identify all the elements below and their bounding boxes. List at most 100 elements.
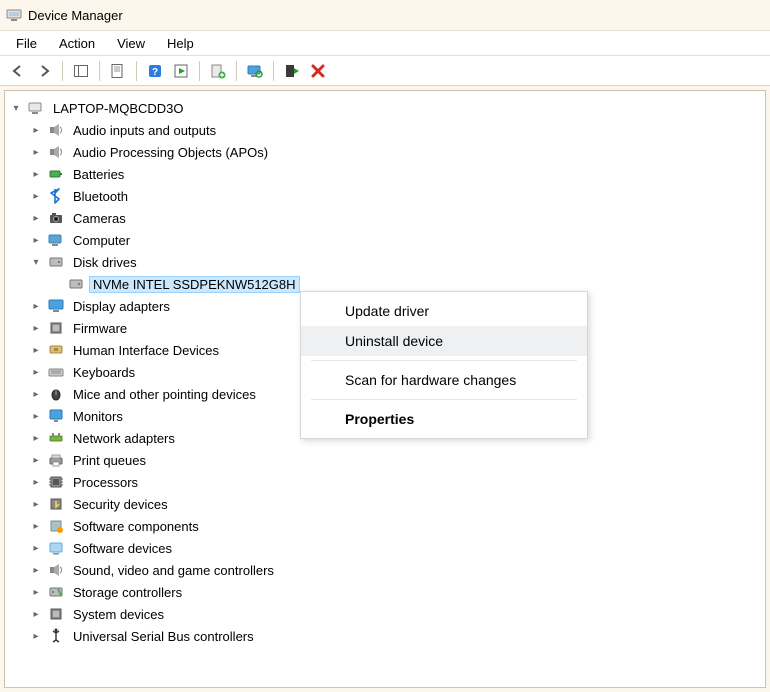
toolbar-separator <box>236 61 237 81</box>
nav-forward-button[interactable] <box>32 59 56 83</box>
tree-category-sound-video-and-game-controllers[interactable]: ▸ Sound, video and game controllers <box>29 559 761 581</box>
tree-category-software-components[interactable]: ▸ Software components <box>29 515 761 537</box>
tree-node-label: Processors <box>69 474 142 491</box>
expand-icon[interactable]: ▸ <box>29 497 43 511</box>
expand-icon[interactable]: ▸ <box>29 233 43 247</box>
chip-icon <box>47 319 65 337</box>
security-icon <box>47 495 65 513</box>
menu-action[interactable]: Action <box>49 33 105 54</box>
svg-text:?: ? <box>152 67 158 78</box>
tree-node-label: Audio inputs and outputs <box>69 122 220 139</box>
computer-root-icon <box>27 99 45 117</box>
properties-button[interactable] <box>106 59 130 83</box>
expand-icon[interactable]: ▸ <box>29 321 43 335</box>
tree-node-label: Cameras <box>69 210 130 227</box>
expand-icon[interactable]: ▸ <box>29 167 43 181</box>
tree-node-label: Mice and other pointing devices <box>69 386 260 403</box>
device-manager-icon <box>6 7 22 23</box>
title-bar: Device Manager <box>0 0 770 30</box>
tree-category-security-devices[interactable]: ▸ Security devices <box>29 493 761 515</box>
uninstall-device-button[interactable] <box>306 59 330 83</box>
expand-icon[interactable]: ▸ <box>29 211 43 225</box>
tree-node-label: Software devices <box>69 540 176 557</box>
expand-icon[interactable]: ▸ <box>29 409 43 423</box>
bluetooth-icon <box>47 187 65 205</box>
tree-node-label: Software components <box>69 518 203 535</box>
update-driver-button[interactable] <box>206 59 230 83</box>
expand-icon[interactable]: ▸ <box>29 475 43 489</box>
menu-view[interactable]: View <box>107 33 155 54</box>
disk-icon <box>47 253 65 271</box>
keyboard-icon <box>47 363 65 381</box>
expand-icon[interactable]: ▸ <box>29 563 43 577</box>
printer-icon <box>47 451 65 469</box>
tree-node-label: System devices <box>69 606 168 623</box>
toolbar-separator <box>273 61 274 81</box>
tree-node-label: NVMe INTEL SSDPEKNW512G8H <box>89 276 300 293</box>
speaker-icon <box>47 143 65 161</box>
action-button[interactable] <box>169 59 193 83</box>
disk-icon <box>67 275 85 293</box>
cpu-icon <box>47 473 65 491</box>
tree-category-print-queues[interactable]: ▸ Print queues <box>29 449 761 471</box>
context-update-driver[interactable]: Update driver <box>301 296 587 326</box>
context-separator <box>311 399 577 400</box>
tree-category-disk-drives[interactable]: ▾Disk drives <box>29 251 761 273</box>
collapse-icon[interactable]: ▾ <box>29 255 43 269</box>
expand-icon[interactable]: ▸ <box>29 585 43 599</box>
tree-category-audio-inputs-and-outputs[interactable]: ▸ Audio inputs and outputs <box>29 119 761 141</box>
tree-category-software-devices[interactable]: ▸ Software devices <box>29 537 761 559</box>
collapse-icon[interactable]: ▾ <box>9 101 23 115</box>
expand-icon[interactable]: ▸ <box>29 387 43 401</box>
nav-back-button[interactable] <box>6 59 30 83</box>
context-properties[interactable]: Properties <box>301 404 587 434</box>
tree-node-label: Security devices <box>69 496 172 513</box>
mouse-icon <box>47 385 65 403</box>
expand-icon[interactable]: ▸ <box>29 145 43 159</box>
tree-node-label: Storage controllers <box>69 584 186 601</box>
tree-category-cameras[interactable]: ▸ Cameras <box>29 207 761 229</box>
tree-category-universal-serial-bus-controllers[interactable]: ▸Universal Serial Bus controllers <box>29 625 761 647</box>
expand-icon[interactable]: ▸ <box>29 519 43 533</box>
tree-node-label: Network adapters <box>69 430 179 447</box>
tree-category-audio-processing-objects-apos[interactable]: ▸Audio Processing Objects (APOs) <box>29 141 761 163</box>
menu-file[interactable]: File <box>6 33 47 54</box>
tree-node-label: Monitors <box>69 408 127 425</box>
tree-root-node[interactable]: ▾LAPTOP-MQBCDD3O <box>9 97 761 119</box>
expand-icon[interactable]: ▸ <box>29 299 43 313</box>
expand-icon[interactable]: ▸ <box>29 453 43 467</box>
tree-category-storage-controllers[interactable]: ▸ Storage controllers <box>29 581 761 603</box>
tree-node-label: Sound, video and game controllers <box>69 562 278 579</box>
help-button[interactable]: ? <box>143 59 167 83</box>
context-uninstall-device[interactable]: Uninstall device <box>301 326 587 356</box>
sound-icon <box>47 561 65 579</box>
tree-category-computer[interactable]: ▸ Computer <box>29 229 761 251</box>
swcomp-icon <box>47 517 65 535</box>
expand-icon[interactable]: ▸ <box>29 607 43 621</box>
toolbar: ? <box>0 56 770 86</box>
toolbar-separator <box>136 61 137 81</box>
speaker-icon <box>47 121 65 139</box>
tree-node-label: Firmware <box>69 320 131 337</box>
scan-hardware-button[interactable] <box>243 59 267 83</box>
tree-node-label: Computer <box>69 232 134 249</box>
expand-icon[interactable]: ▸ <box>29 365 43 379</box>
expand-icon[interactable]: ▸ <box>29 189 43 203</box>
expand-icon[interactable]: ▸ <box>29 629 43 643</box>
context-scan-hardware[interactable]: Scan for hardware changes <box>301 365 587 395</box>
tree-category-system-devices[interactable]: ▸ System devices <box>29 603 761 625</box>
expand-icon[interactable]: ▸ <box>29 541 43 555</box>
expand-icon[interactable]: ▸ <box>29 123 43 137</box>
show-hide-tree-button[interactable] <box>69 59 93 83</box>
tree-category-processors[interactable]: ▸ Processors <box>29 471 761 493</box>
enable-device-button[interactable] <box>280 59 304 83</box>
tree-category-batteries[interactable]: ▸Batteries <box>29 163 761 185</box>
tree-node-label: Print queues <box>69 452 150 469</box>
tree-node-label: Keyboards <box>69 364 139 381</box>
menu-help[interactable]: Help <box>157 33 204 54</box>
tree-category-bluetooth[interactable]: ▸Bluetooth <box>29 185 761 207</box>
expand-icon[interactable]: ▸ <box>29 431 43 445</box>
tree-node-label: Human Interface Devices <box>69 342 223 359</box>
expand-icon[interactable]: ▸ <box>29 343 43 357</box>
storage-icon <box>47 583 65 601</box>
